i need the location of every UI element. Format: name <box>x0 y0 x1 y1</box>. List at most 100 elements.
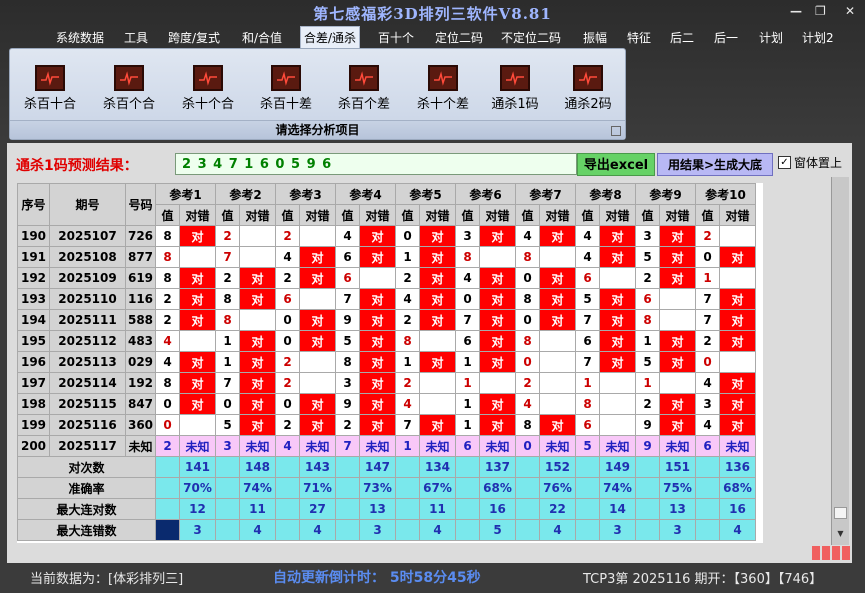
col-header-result: 对错 <box>539 204 576 226</box>
cell-result-empty <box>179 246 216 268</box>
cell-value: 5 <box>635 351 660 373</box>
minimize-icon[interactable]: — <box>790 4 802 18</box>
table-row[interactable]: 195 2025112 483 4 1 对 0 对 5 对 8 6 对 8 6 对 1 对 2 对 <box>17 330 756 352</box>
menu-item-2[interactable]: 工具 <box>124 29 148 46</box>
cell-issue: 2025108 <box>49 246 126 268</box>
col-header-value: 值 <box>395 204 420 226</box>
table-row[interactable]: 194 2025111 588 2 对 8 0 对 9 对 2 对 7 对 0 对 7 对 8 7 对 <box>17 309 756 331</box>
table-row[interactable]: 199 2025116 360 0 5 对 2 对 2 对 7 对 1 对 8 对 6 9 对 4 对 <box>17 414 756 436</box>
stats-row: 对次数 141 148 143 147 134 137 152 149 151 136 <box>17 456 756 478</box>
stats-value: 68% <box>719 477 756 499</box>
cell-result-empty <box>419 393 456 415</box>
cell-result-hit: 对 <box>479 351 516 373</box>
cell-result-hit: 对 <box>659 330 696 352</box>
cell-result-hit: 对 <box>419 246 456 268</box>
prediction-result-field[interactable]: 2 3 4 7 1 6 0 5 9 6 <box>175 153 577 175</box>
stats-value: 3 <box>359 519 396 541</box>
cell-value: 0 <box>515 351 540 373</box>
tool-button-5[interactable]: 杀百个差 <box>329 65 399 112</box>
table-row[interactable]: 197 2025114 192 8 对 7 对 2 3 对 2 1 2 1 1 4 对 <box>17 372 756 394</box>
col-header-ref: 参考1 <box>155 183 216 205</box>
vertical-scrollbar[interactable]: ▼ <box>831 177 849 545</box>
table-row[interactable]: 192 2025109 619 8 对 2 对 2 对 6 2 对 4 对 0 对 6 2 对 1 <box>17 267 756 289</box>
cell-result-hit: 对 <box>299 246 336 268</box>
cell-value: 1 <box>455 351 480 373</box>
result-panel: 通杀1码预测结果： 2 3 4 7 1 6 0 5 9 6 导出excel 用结… <box>7 143 852 563</box>
cell-result-hit: 对 <box>419 414 456 436</box>
stats-value: 12 <box>179 498 216 520</box>
scrollbar-thumb[interactable] <box>834 507 847 519</box>
menu-item-10[interactable]: 特征 <box>627 29 651 46</box>
stats-spacer <box>635 519 660 541</box>
analysis-grid[interactable]: 序号 期号 号码 参考1 参考2 参考3 参考4 参考5 参考6 参考7 参考8 参考9 参考10 值对错… <box>17 183 763 543</box>
stats-value: 4 <box>239 519 276 541</box>
menu-item-1[interactable]: 系统数据 <box>56 29 104 46</box>
table-row[interactable]: 198 2025115 847 0 对 0 对 0 对 9 对 4 1 对 4 8 2 对 3 对 <box>17 393 756 415</box>
tool-button-1[interactable]: 杀百十合 <box>15 65 85 112</box>
generate-base-button[interactable]: 用结果>生成大底 <box>657 153 773 176</box>
restore-icon[interactable]: ❐ <box>815 4 826 18</box>
table-row[interactable]: 193 2025110 116 2 对 8 对 6 7 对 4 对 0 对 8 对 5 对 6 7 对 <box>17 288 756 310</box>
menu-item-7[interactable]: 定位二码 <box>435 29 483 46</box>
table-row[interactable]: 196 2025113 029 4 对 1 对 2 8 对 1 对 1 对 0 7 对 5 对 0 <box>17 351 756 373</box>
cell-issue: 2025117 <box>49 435 126 457</box>
stats-value: 70% <box>179 477 216 499</box>
tool-label: 杀百个差 <box>337 97 390 112</box>
table-row[interactable]: 191 2025108 877 8 7 4 对 6 对 1 对 8 8 4 对 5 对 0 对 <box>17 246 756 268</box>
cell-value: 0 <box>275 330 300 352</box>
menu-item-12[interactable]: 后一 <box>714 29 738 46</box>
cell-value: 8 <box>155 225 180 247</box>
menu-item-6[interactable]: 百十个 <box>378 29 414 46</box>
cell-value: 2 <box>155 309 180 331</box>
cell-result: 未知 <box>719 435 756 457</box>
cell-result: 未知 <box>239 435 276 457</box>
tool-button-4[interactable]: 杀百十差 <box>251 65 321 112</box>
cell-result-hit: 对 <box>539 414 576 436</box>
cell-result-hit: 对 <box>419 309 456 331</box>
cell-result-empty <box>659 372 696 394</box>
tool-button-8[interactable]: 通杀2码 <box>553 65 623 112</box>
menu-item-4[interactable]: 和/合值 <box>242 29 282 46</box>
menu-item-5[interactable]: 合差/通杀 <box>300 26 361 48</box>
col-header-value: 值 <box>515 204 540 226</box>
ribbon-panel: 杀百十合 杀百个合 杀十个合 杀百十差 杀百个差 杀十个差 通杀1码 通杀2码 请选择分析项目 <box>9 48 626 140</box>
stats-spacer <box>575 519 600 541</box>
close-icon[interactable]: ✕ <box>845 4 855 18</box>
cell-value: 0 <box>215 393 240 415</box>
stats-spacer <box>695 519 720 541</box>
table-row[interactable]: 190 2025107 726 8 对 2 2 4 对 0 对 3 对 4 对 4 对 3 对 2 <box>17 225 756 247</box>
cell-value: 8 <box>575 393 600 415</box>
stats-label: 对次数 <box>17 456 156 478</box>
scroll-down-icon[interactable]: ▼ <box>834 527 847 541</box>
cell-value: 8 <box>215 288 240 310</box>
cell-value: 7 <box>215 246 240 268</box>
menu-item-11[interactable]: 后二 <box>670 29 694 46</box>
cell-result-hit: 对 <box>359 246 396 268</box>
stats-value: 11 <box>239 498 276 520</box>
menu-item-13[interactable]: 计划 <box>759 29 783 46</box>
stats-spacer <box>695 498 720 520</box>
always-on-top-checkbox[interactable]: ✓ <box>778 156 791 169</box>
stats-spacer <box>635 498 660 520</box>
col-header-value: 值 <box>155 204 180 226</box>
cell-result-hit: 对 <box>659 414 696 436</box>
menu-item-14[interactable]: 计划2 <box>802 29 834 46</box>
ribbon-launcher-icon[interactable] <box>611 126 621 136</box>
tool-label: 杀百个合 <box>102 97 155 112</box>
cell-value: 4 <box>575 246 600 268</box>
menu-item-8[interactable]: 不定位二码 <box>501 29 561 46</box>
tool-button-3[interactable]: 杀十个合 <box>173 65 243 112</box>
tool-button-7[interactable]: 通杀1码 <box>480 65 550 112</box>
menu-item-9[interactable]: 振幅 <box>583 29 607 46</box>
export-excel-button[interactable]: 导出excel <box>577 153 655 176</box>
stats-label: 最大连错数 <box>17 519 156 541</box>
tool-button-2[interactable]: 杀百个合 <box>94 65 164 112</box>
table-row[interactable]: 200 2025117 未知 2 未知 3 未知 4 未知 7 未知 1 未知 6 未知 0 未知 5 未知 9 未知 6… <box>17 435 756 457</box>
tool-button-6[interactable]: 杀十个差 <box>408 65 478 112</box>
cell-result: 未知 <box>599 435 636 457</box>
stats-spacer <box>635 456 660 478</box>
menu-item-3[interactable]: 跨度/复式 <box>168 29 220 46</box>
stats-spacer <box>515 519 540 541</box>
cell-value: 0 <box>395 225 420 247</box>
cell-value: 4 <box>455 267 480 289</box>
